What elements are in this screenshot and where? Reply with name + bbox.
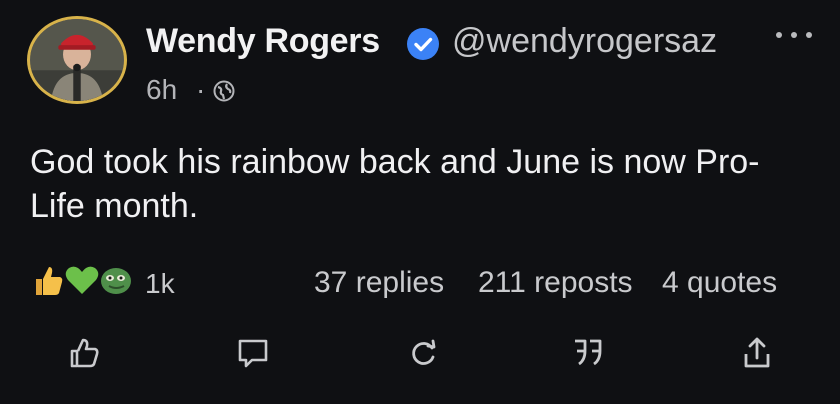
avatar-image xyxy=(30,19,124,101)
quote-icon[interactable] xyxy=(571,336,605,370)
like-icon[interactable] xyxy=(67,336,101,370)
repost-icon[interactable] xyxy=(406,336,440,370)
author-handle[interactable]: @wendyrogersaz xyxy=(452,22,717,61)
verified-badge-icon xyxy=(407,28,439,60)
thumbs-up-icon xyxy=(36,267,63,295)
quotes-count[interactable]: 4 quotes xyxy=(662,266,777,300)
green-face-icon xyxy=(101,268,131,294)
post-text: God took his rainbow back and June is no… xyxy=(30,143,760,225)
share-icon[interactable] xyxy=(740,336,774,370)
green-heart-icon xyxy=(65,266,99,294)
post-time: 6h xyxy=(146,74,178,105)
reposts-count[interactable]: 211 reposts xyxy=(478,266,633,300)
author-name[interactable]: Wendy Rogers xyxy=(146,22,380,61)
meta-separator: · xyxy=(196,74,206,105)
avatar[interactable] xyxy=(27,16,127,104)
globe-icon xyxy=(213,80,235,102)
more-options-icon[interactable] xyxy=(772,28,816,42)
reaction-count[interactable]: 1k xyxy=(145,268,175,300)
post-card: Wendy Rogers @wendyrogersaz 6h · God too… xyxy=(0,0,840,404)
comment-icon[interactable] xyxy=(236,336,270,370)
replies-count[interactable]: 37 replies xyxy=(314,266,444,300)
